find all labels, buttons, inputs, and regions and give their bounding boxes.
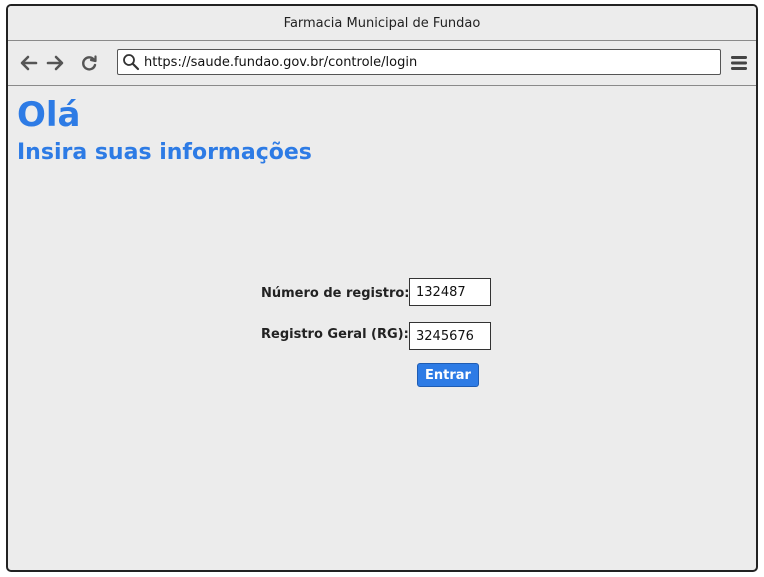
menu-button[interactable] (729, 53, 749, 73)
greeting-heading: Olá (17, 95, 81, 135)
address-bar[interactable] (117, 49, 721, 75)
title-bar: Farmacia Municipal de Fundao (8, 6, 756, 41)
rg-input[interactable] (409, 322, 491, 350)
hamburger-menu-icon (731, 56, 747, 70)
submit-button[interactable]: Entrar (417, 363, 479, 387)
browser-toolbar (8, 41, 756, 86)
url-input[interactable] (144, 54, 704, 70)
reload-button[interactable] (80, 54, 98, 72)
forward-button[interactable] (46, 54, 64, 72)
rg-label: Registro Geral (RG): (261, 327, 409, 342)
page-subtitle: Insira suas informações (17, 140, 312, 165)
search-icon (118, 50, 144, 74)
registration-number-input[interactable] (409, 278, 491, 306)
arrow-left-icon (20, 55, 38, 71)
registration-number-label: Número de registro: (261, 286, 410, 301)
page-content: Olá Insira suas informações Número de re… (8, 86, 756, 566)
window-title: Farmacia Municipal de Fundao (283, 15, 481, 31)
reload-icon (82, 55, 97, 71)
back-button[interactable] (20, 54, 38, 72)
arrow-right-icon (46, 55, 64, 71)
browser-window: Farmacia Municipal de Fundao https://sau… (6, 4, 758, 572)
